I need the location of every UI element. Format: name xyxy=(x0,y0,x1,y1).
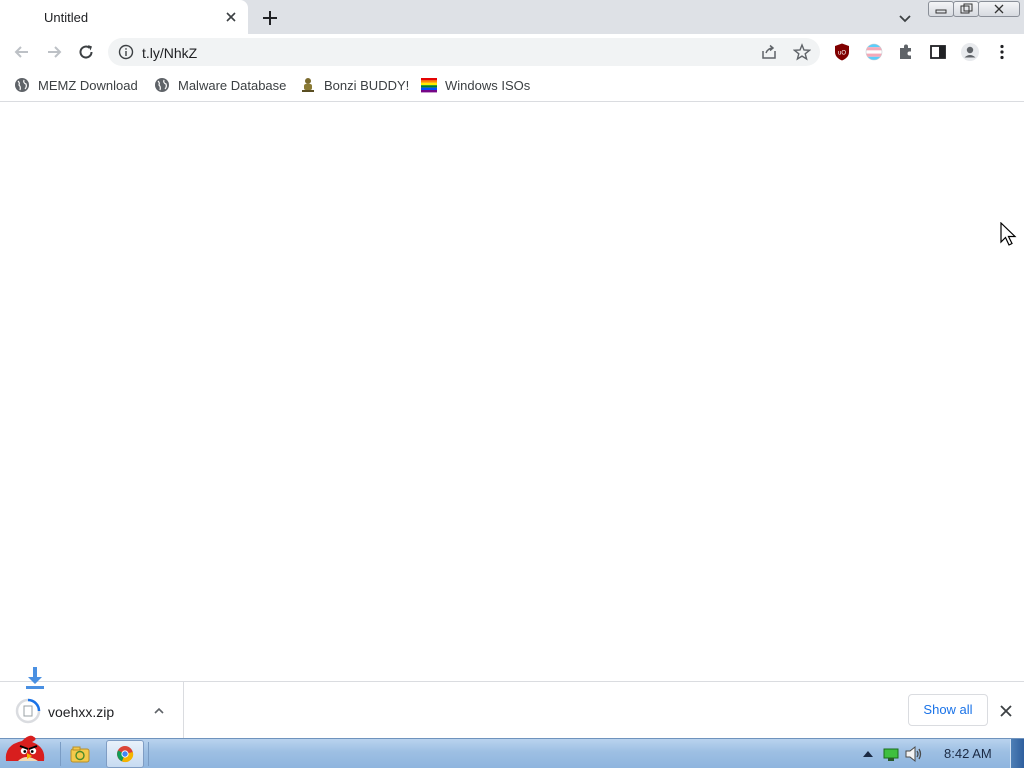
bookmark-bonzi-buddy[interactable]: Bonzi BUDDY! xyxy=(300,76,410,96)
show-desktop-button[interactable] xyxy=(1010,739,1024,768)
restore-icon xyxy=(960,3,973,14)
forward-arrow-icon[interactable] xyxy=(44,42,64,62)
bonzi-icon xyxy=(302,78,314,92)
taskbar-separator xyxy=(148,742,149,766)
download-filename: voehxx.zip xyxy=(48,704,115,720)
rainbow-flag-icon xyxy=(421,78,437,93)
tab-strip: Untitled xyxy=(0,0,1024,34)
bookmark-memz-download[interactable]: MEMZ Download xyxy=(14,76,140,96)
close-window-button[interactable] xyxy=(978,1,1020,17)
svg-text:uO: uO xyxy=(838,51,846,57)
close-window-icon xyxy=(994,4,1004,14)
bookmark-label: Bonzi BUDDY! xyxy=(324,78,410,93)
page-content[interactable] xyxy=(0,103,1024,681)
taskbar-chrome-button[interactable] xyxy=(106,740,144,768)
file-explorer-icon[interactable] xyxy=(70,745,90,763)
share-icon[interactable] xyxy=(760,44,778,60)
browser-window: Untitled t.ly/NhkZ uO MEMZ Download Malw… xyxy=(0,0,1024,768)
close-shelf-icon[interactable] xyxy=(996,701,1016,721)
trans-flag-extension-icon[interactable] xyxy=(864,42,884,62)
close-tab-icon[interactable] xyxy=(222,8,240,26)
chrome-icon xyxy=(117,746,134,763)
globe-icon xyxy=(15,78,29,92)
window-controls xyxy=(928,0,1020,18)
download-shelf: voehxx.zip Show all xyxy=(0,667,1024,739)
extensions-puzzle-icon[interactable] xyxy=(896,42,916,62)
tab-search-chevron-icon[interactable] xyxy=(896,9,914,27)
tab-title: Untitled xyxy=(44,10,89,25)
site-info-icon[interactable] xyxy=(118,44,134,60)
bookmark-label: Malware Database xyxy=(178,78,287,93)
start-button-angry-bird-icon[interactable] xyxy=(0,731,50,768)
show-all-button[interactable]: Show all xyxy=(908,694,988,726)
side-panel-icon[interactable] xyxy=(928,42,948,62)
bookmark-label: MEMZ Download xyxy=(38,78,138,93)
bookmark-label: Windows ISOs xyxy=(445,78,531,93)
profile-avatar-icon[interactable] xyxy=(960,42,980,62)
toolbar: t.ly/NhkZ uO xyxy=(0,34,1024,70)
ublock-origin-icon[interactable]: uO xyxy=(832,42,852,62)
address-bar[interactable]: t.ly/NhkZ xyxy=(108,38,820,66)
restore-button[interactable] xyxy=(953,1,979,17)
reload-icon[interactable] xyxy=(76,42,96,62)
taskbar: 8:42 AM xyxy=(0,735,1024,768)
bookmark-star-icon[interactable] xyxy=(793,43,811,61)
network-icon[interactable] xyxy=(882,746,902,762)
minimize-icon xyxy=(935,9,947,14)
back-arrow-icon[interactable] xyxy=(12,42,32,62)
tab-active[interactable]: Untitled xyxy=(0,0,248,34)
minimize-button[interactable] xyxy=(928,1,954,17)
bookmark-malware-database[interactable]: Malware Database xyxy=(154,76,288,96)
chevron-up-icon[interactable] xyxy=(152,704,166,718)
taskbar-clock[interactable]: 8:42 AM xyxy=(944,746,992,761)
new-tab-icon[interactable] xyxy=(260,8,280,28)
bookmark-windows-isos[interactable]: Windows ISOs xyxy=(421,76,531,96)
tray-chevron-up-icon[interactable] xyxy=(862,749,874,759)
download-arrow-icon xyxy=(26,667,44,689)
bookmarks-bar: MEMZ Download Malware Database Bonzi BUD… xyxy=(0,70,1024,102)
mouse-cursor-icon xyxy=(1000,222,1017,246)
menu-kebab-icon[interactable] xyxy=(992,42,1012,62)
taskbar-separator xyxy=(60,742,61,766)
volume-icon[interactable] xyxy=(904,745,924,763)
globe-icon xyxy=(155,78,169,92)
url-text: t.ly/NhkZ xyxy=(142,45,198,61)
download-progress-icon xyxy=(15,698,41,724)
